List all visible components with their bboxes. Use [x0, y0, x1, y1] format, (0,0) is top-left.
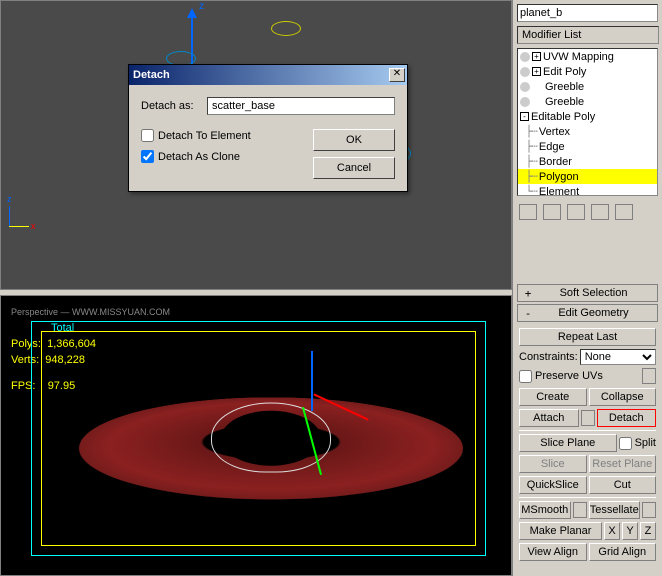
stack-item-greeble[interactable]: Greeble — [518, 94, 657, 109]
make-planar-button[interactable]: Make Planar — [519, 522, 602, 540]
expand-icon[interactable]: + — [532, 52, 541, 61]
pin-stack-icon[interactable] — [519, 204, 537, 220]
settings-icon[interactable] — [642, 368, 656, 384]
bulb-icon[interactable] — [520, 52, 530, 62]
planar-y-button[interactable]: Y — [622, 522, 638, 540]
quickslice-button[interactable]: QuickSlice — [519, 476, 587, 494]
detach-as-clone-checkbox[interactable] — [141, 150, 154, 163]
edit-geometry-body: Repeat Last Constraints: None Preserve U… — [517, 324, 658, 568]
preserve-uvs-checkbox[interactable] — [519, 370, 532, 383]
stack-item-greeble[interactable]: Greeble — [518, 79, 657, 94]
object-name-input[interactable] — [517, 4, 658, 22]
viewport-perspective[interactable]: Perspective — WWW.MISSYUAN.COM Total Pol… — [0, 295, 512, 576]
command-panel: Modifier List +UVW Mapping +Edit Poly Gr… — [512, 0, 662, 576]
collapse-icon[interactable]: - — [520, 112, 529, 121]
stack-item-edit-poly[interactable]: +Edit Poly — [518, 64, 657, 79]
modifier-list-dropdown[interactable]: Modifier List — [517, 26, 659, 44]
subobj-element[interactable]: └┄Element — [518, 184, 657, 196]
detach-as-clone-label: Detach As Clone — [158, 151, 240, 163]
stack-toolbar — [517, 200, 658, 224]
dialog-title: Detach — [133, 69, 389, 81]
attach-list-icon[interactable] — [581, 410, 595, 426]
repeat-last-button[interactable]: Repeat Last — [519, 328, 656, 346]
detach-to-element-checkbox[interactable] — [141, 129, 154, 142]
preserve-uvs-label: Preserve UVs — [535, 370, 603, 382]
modifier-stack[interactable]: +UVW Mapping +Edit Poly Greeble Greeble … — [517, 48, 658, 196]
stack-item-uvw-mapping[interactable]: +UVW Mapping — [518, 49, 657, 64]
stack-item-editable-poly[interactable]: -Editable Poly — [518, 109, 657, 124]
axis-label-z: z — [199, 1, 204, 12]
dialog-titlebar[interactable]: Detach ✕ — [129, 65, 407, 85]
detach-button[interactable]: Detach — [597, 409, 657, 427]
split-label: Split — [635, 437, 656, 449]
constraints-dropdown[interactable]: None — [580, 349, 656, 365]
expand-icon[interactable]: + — [532, 67, 541, 76]
bulb-icon[interactable] — [520, 82, 530, 92]
slice-plane-button[interactable]: Slice Plane — [519, 434, 617, 452]
view-align-button[interactable]: View Align — [519, 543, 587, 561]
subobj-polygon[interactable]: ├┄Polygon — [518, 169, 657, 184]
tessellate-settings-icon[interactable] — [642, 502, 656, 518]
reset-plane-button[interactable]: Reset Plane — [589, 455, 657, 473]
constraints-label: Constraints: — [519, 351, 578, 363]
split-checkbox[interactable] — [619, 437, 632, 450]
detach-dialog: Detach ✕ Detach as: Detach To Element De… — [128, 64, 408, 192]
watermark: Perspective — WWW.MISSYUAN.COM — [11, 304, 170, 320]
plus-icon: + — [522, 287, 534, 300]
msmooth-settings-icon[interactable] — [573, 502, 587, 518]
grid-align-button[interactable]: Grid Align — [589, 543, 657, 561]
slice-button[interactable]: Slice — [519, 455, 587, 473]
collapse-button[interactable]: Collapse — [589, 388, 657, 406]
planar-x-button[interactable]: X — [604, 522, 620, 540]
rollout-edit-geometry[interactable]: - Edit Geometry — [517, 304, 658, 322]
subobj-vertex[interactable]: ├┄Vertex — [518, 124, 657, 139]
msmooth-button[interactable]: MSmooth — [519, 501, 571, 519]
detach-as-input[interactable] — [207, 97, 395, 115]
configure-sets-icon[interactable] — [615, 204, 633, 220]
bulb-icon[interactable] — [520, 67, 530, 77]
cut-button[interactable]: Cut — [589, 476, 657, 494]
mesh-object[interactable] — [81, 341, 461, 541]
detach-to-element-label: Detach To Element — [158, 130, 251, 142]
rollout-soft-selection[interactable]: + Soft Selection — [517, 284, 658, 302]
close-icon[interactable]: ✕ — [389, 68, 405, 82]
create-button[interactable]: Create — [519, 388, 587, 406]
wireframe-object[interactable] — [271, 21, 301, 36]
minus-icon: - — [522, 307, 534, 320]
tessellate-button[interactable]: Tessellate — [589, 501, 641, 519]
make-unique-icon[interactable] — [567, 204, 585, 220]
attach-button[interactable]: Attach — [519, 409, 579, 427]
ok-button[interactable]: OK — [313, 129, 395, 151]
detach-as-label: Detach as: — [141, 100, 201, 112]
remove-modifier-icon[interactable] — [591, 204, 609, 220]
bulb-icon[interactable] — [520, 97, 530, 107]
show-result-icon[interactable] — [543, 204, 561, 220]
cancel-button[interactable]: Cancel — [313, 157, 395, 179]
subobj-border[interactable]: ├┄Border — [518, 154, 657, 169]
planar-z-button[interactable]: Z — [640, 522, 656, 540]
subobj-edge[interactable]: ├┄Edge — [518, 139, 657, 154]
